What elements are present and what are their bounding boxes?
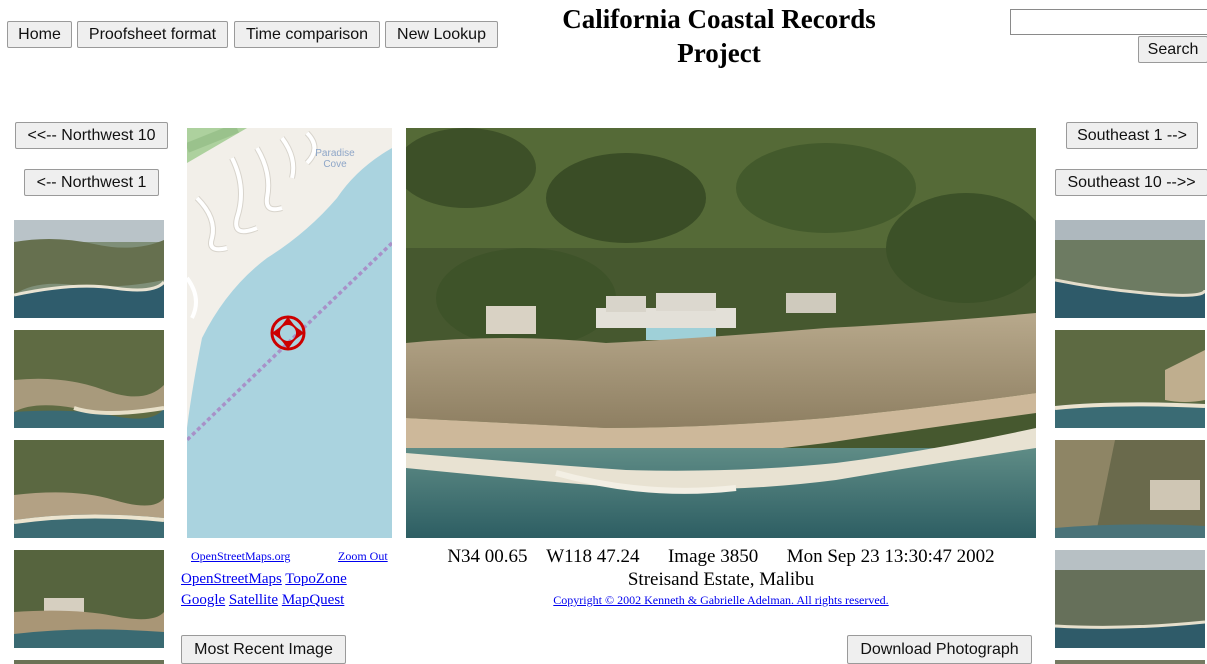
image-number: Image 3850: [667, 546, 759, 567]
search-button[interactable]: Search: [1138, 36, 1207, 63]
southeast-1-button[interactable]: Southeast 1 -->: [1066, 122, 1198, 149]
thumbnail-southeast-1[interactable]: [1055, 220, 1205, 318]
google-link[interactable]: Google: [181, 592, 225, 608]
northwest-1-button[interactable]: <-- Northwest 1: [24, 169, 159, 196]
mapquest-link[interactable]: MapQuest: [282, 592, 345, 608]
map-canvas: Paradise Cove: [187, 128, 392, 538]
search-input[interactable]: [1010, 9, 1207, 35]
thumbnail-northwest-1[interactable]: [14, 550, 164, 648]
zoom-out-link[interactable]: Zoom Out: [338, 549, 388, 564]
coast-photo-image: [14, 550, 164, 648]
thumbnail-southeast-4[interactable]: [1055, 550, 1205, 648]
thumbnail-southeast-5[interactable]: [1055, 660, 1205, 664]
map-place-label: Paradise: [315, 148, 355, 159]
coastal-photo-image: [406, 128, 1036, 538]
time-comparison-button[interactable]: Time comparison: [234, 21, 380, 48]
thumbnail-southeast-2[interactable]: [1055, 330, 1205, 428]
most-recent-image-button[interactable]: Most Recent Image: [181, 635, 346, 664]
satellite-link[interactable]: Satellite: [229, 592, 278, 608]
photo-date: Mon Sep 23 13:30:47 2002: [786, 546, 995, 567]
coast-photo-image: [14, 330, 164, 428]
map-place-label: Cove: [323, 159, 347, 170]
proofsheet-format-button[interactable]: Proofsheet format: [77, 21, 228, 48]
page-title: California Coastal Records Project: [562, 4, 876, 68]
thumbnail-northwest-3[interactable]: [14, 330, 164, 428]
thumbnail-northwest-4[interactable]: [14, 220, 164, 318]
coast-photo-image: [14, 220, 164, 318]
thumbnail-northwest-2[interactable]: [14, 440, 164, 538]
download-photograph-button[interactable]: Download Photograph: [847, 635, 1032, 664]
map-credit-link[interactable]: OpenStreetMaps.org: [191, 549, 290, 564]
thumbnail-northwest-0[interactable]: [14, 660, 164, 664]
photo-location: Streisand Estate, Malibu: [627, 569, 815, 590]
coast-photo-image: [14, 440, 164, 538]
coast-photo-image: [1055, 330, 1205, 428]
southeast-10-button[interactable]: Southeast 10 -->>: [1055, 169, 1207, 196]
longitude-value: W118 47.24: [546, 546, 640, 567]
coast-photo-image: [1055, 440, 1205, 538]
topozone-link[interactable]: TopoZone: [285, 571, 346, 587]
northwest-10-button[interactable]: <<-- Northwest 10: [15, 122, 168, 149]
new-lookup-button[interactable]: New Lookup: [385, 21, 498, 48]
home-button[interactable]: Home: [7, 21, 72, 48]
coast-photo-image: [1055, 220, 1205, 318]
main-photo[interactable]: [406, 128, 1036, 538]
photo-metadata-line: N34 00.65 W118 47.24 Image 3850 Mon Sep …: [406, 546, 1036, 568]
latitude-value: N34 00.65: [447, 546, 528, 567]
thumbnail-southeast-3[interactable]: [1055, 440, 1205, 538]
copyright-link[interactable]: Copyright © 2002 Kenneth & Gabrielle Ade…: [553, 593, 888, 607]
location-map[interactable]: Paradise Cove: [187, 128, 392, 538]
openstreetmaps-link[interactable]: OpenStreetMaps: [181, 571, 282, 587]
coast-photo-image: [1055, 550, 1205, 648]
